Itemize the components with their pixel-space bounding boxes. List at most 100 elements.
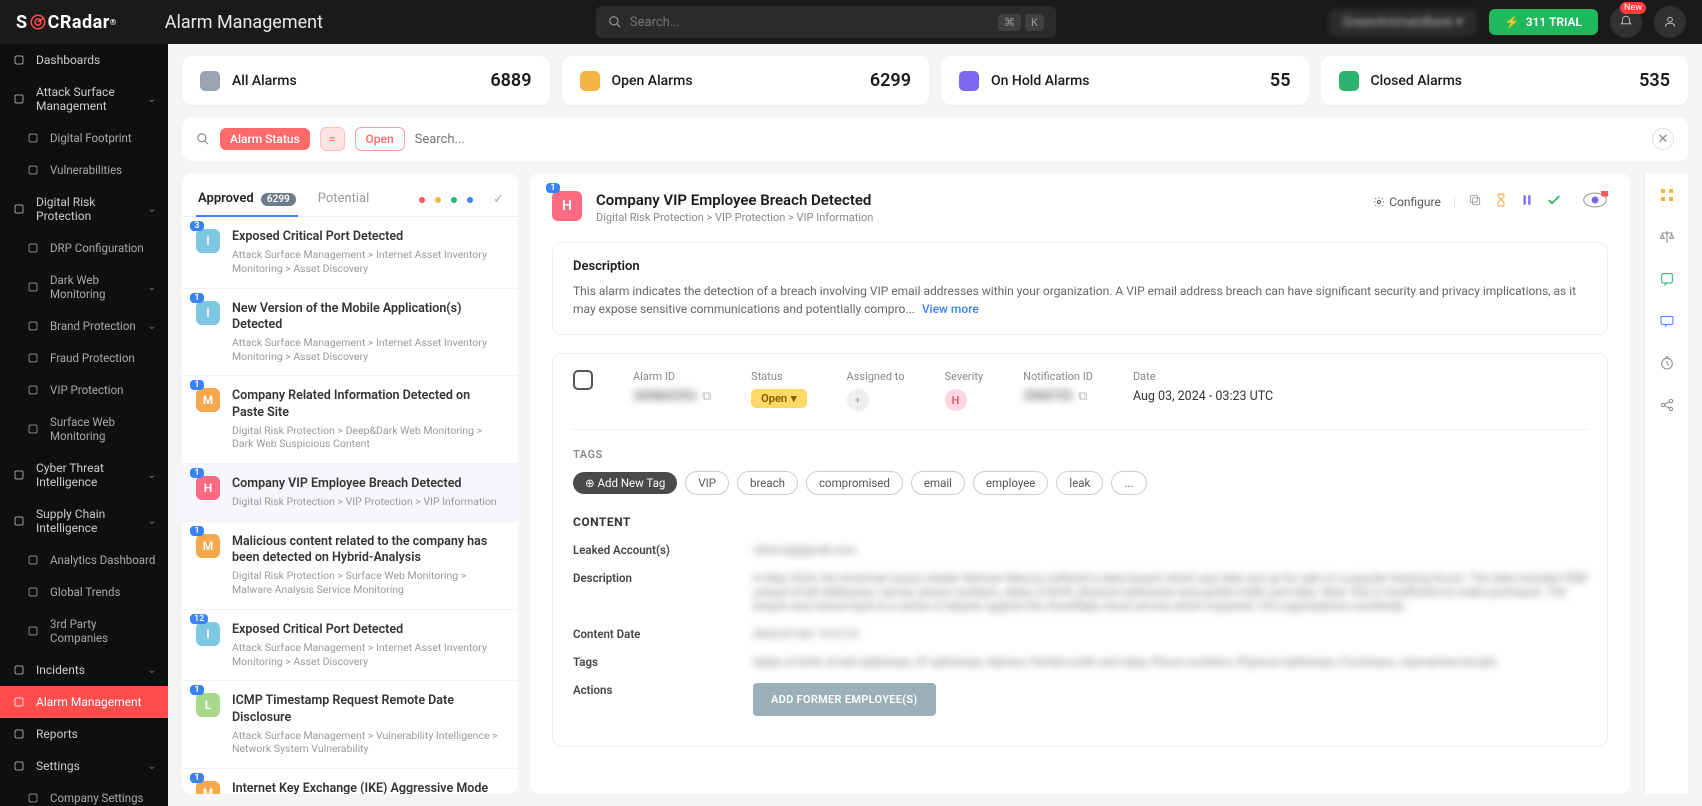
sev-dot-low[interactable] xyxy=(467,197,473,203)
sidebar-item-brand-protection[interactable]: Brand Protection⌄ xyxy=(0,310,168,342)
tag-breach[interactable]: breach xyxy=(737,471,798,495)
tag-employee[interactable]: employee xyxy=(973,471,1048,495)
view-more-link[interactable]: View more xyxy=(922,302,979,316)
alarm-list-item[interactable]: 1LICMP Timestamp Request Remote Date Dis… xyxy=(182,681,518,769)
hourglass-icon[interactable] xyxy=(1494,193,1508,211)
tag-VIP[interactable]: VIP xyxy=(685,471,729,495)
add-former-employees-button[interactable]: ADD FORMER EMPLOYEE(S) xyxy=(753,683,936,716)
account-selector[interactable]: GreenAnimalsBank ▾ xyxy=(1329,9,1477,36)
filter-op-chip[interactable]: = xyxy=(320,127,345,151)
assign-button[interactable]: + xyxy=(847,389,869,411)
tag-compromised[interactable]: compromised xyxy=(806,471,903,495)
apps-icon[interactable] xyxy=(1659,187,1675,207)
severity-label: Severity xyxy=(945,370,984,383)
dot-icon xyxy=(26,383,40,397)
alarm-title: Company VIP Employee Breach Detected xyxy=(232,476,497,492)
resolve-icon[interactable] xyxy=(1546,192,1562,212)
sidebar-item-dark-web-monitoring[interactable]: Dark Web Monitoring⌄ xyxy=(0,264,168,310)
sidebar-item-incidents[interactable]: Incidents⌄ xyxy=(0,654,168,686)
alarm-list-item[interactable]: 1MMalicious content related to the compa… xyxy=(182,522,518,610)
ai-eye-icon[interactable] xyxy=(1582,191,1608,213)
filter-field-chip[interactable]: Alarm Status xyxy=(220,128,310,150)
tag-[interactable]: ... xyxy=(1111,471,1146,495)
stat-card-on-hold-alarms[interactable]: On Hold Alarms55 xyxy=(941,56,1309,105)
stat-card-open-alarms[interactable]: Open Alarms6299 xyxy=(562,56,930,105)
sidebar-item-dashboards[interactable]: Dashboards xyxy=(0,44,168,76)
clock-icon[interactable] xyxy=(1659,355,1675,375)
note-icon[interactable] xyxy=(1659,271,1675,291)
page-title: Alarm Management xyxy=(165,12,323,33)
incident-icon xyxy=(12,663,26,677)
chat-icon[interactable] xyxy=(1659,313,1675,333)
alarm-list-item[interactable]: 1INew Version of the Mobile Application(… xyxy=(182,289,518,377)
sidebar-item-supply-chain-intelligence[interactable]: Supply Chain Intelligence⌄ xyxy=(0,498,168,544)
filter-value-chip[interactable]: Open xyxy=(355,127,405,151)
desc-text: This alarm indicates the detection of a … xyxy=(573,282,1587,318)
select-checkbox[interactable] xyxy=(573,370,593,390)
sidebar-item-analytics-dashboard[interactable]: Analytics Dashboard xyxy=(0,544,168,576)
sidebar-item-attack-surface-management[interactable]: Attack Surface Management⌄ xyxy=(0,76,168,122)
share-icon[interactable] xyxy=(1659,397,1675,417)
notifications-button[interactable]: New xyxy=(1610,6,1642,38)
detail-count-badge: 1 xyxy=(546,183,560,193)
check-all-icon[interactable]: ✓ xyxy=(493,192,504,207)
sidebar-item-surface-web-monitoring[interactable]: Surface Web Monitoring xyxy=(0,406,168,452)
alarm-list-item[interactable]: 1MCompany Related Information Detected o… xyxy=(182,376,518,464)
user-avatar[interactable] xyxy=(1654,6,1686,38)
sidebar-item-vip-protection[interactable]: VIP Protection xyxy=(0,374,168,406)
bell-icon xyxy=(1619,15,1633,29)
severity-box: 1H xyxy=(196,476,220,500)
add-tag-button[interactable]: ⊕ Add New Tag xyxy=(573,472,677,494)
dot-icon xyxy=(26,791,40,805)
filter-search-input[interactable] xyxy=(415,132,1642,147)
alarm-list-item[interactable]: 3IExposed Critical Port DetectedAttack S… xyxy=(182,217,518,289)
sidebar-item-fraud-protection[interactable]: Fraud Protection xyxy=(0,342,168,374)
tag-email[interactable]: email xyxy=(911,471,965,495)
sidebar-item-settings[interactable]: Settings⌄ xyxy=(0,750,168,782)
copy-id-icon[interactable]: ⧉ xyxy=(702,389,711,404)
status-badge[interactable]: Open ▾ xyxy=(751,389,806,408)
alarm-list-item[interactable]: 1HCompany VIP Employee Breach DetectedDi… xyxy=(182,464,518,522)
sev-dot-critical[interactable] xyxy=(419,197,425,203)
alarm-path: Digital Risk Protection > Surface Web Mo… xyxy=(232,569,504,596)
severity-filter-dots[interactable]: ✓ xyxy=(419,192,504,207)
sev-dot-medium[interactable] xyxy=(451,197,457,203)
sidebar-item-global-trends[interactable]: Global Trends xyxy=(0,576,168,608)
alarm-list-item[interactable]: 1MInternet Key Exchange (IKE) Aggressive… xyxy=(182,769,518,794)
count-badge: 3 xyxy=(190,221,204,231)
tab-approved[interactable]: Approved 6299 xyxy=(196,183,298,216)
global-search-input[interactable] xyxy=(630,15,994,30)
scale-icon[interactable] xyxy=(1659,229,1675,249)
content-label: Leaked Account(s) xyxy=(573,543,753,557)
sidebar-item-drp-configuration[interactable]: DRP Configuration xyxy=(0,232,168,264)
stat-value: 535 xyxy=(1639,70,1670,91)
sidebar-item-digital-risk-protection[interactable]: Digital Risk Protection⌄ xyxy=(0,186,168,232)
configure-button[interactable]: Configure xyxy=(1373,195,1441,209)
sidebar-item-company-settings[interactable]: Company Settings xyxy=(0,782,168,806)
logo[interactable]: S CRadar ® xyxy=(16,12,117,33)
copy-notif-icon[interactable]: ⧉ xyxy=(1078,389,1087,404)
clear-filters-button[interactable]: ✕ xyxy=(1652,128,1674,150)
copy-icon[interactable] xyxy=(1468,193,1482,211)
pause-icon[interactable] xyxy=(1520,193,1534,211)
sidebar-item-alarm-management[interactable]: Alarm Management xyxy=(0,686,168,718)
actions-label: Actions xyxy=(573,683,753,716)
sidebar-item-digital-footprint[interactable]: Digital Footprint xyxy=(0,122,168,154)
tag-leak[interactable]: leak xyxy=(1056,471,1103,495)
sidebar-item-vulnerabilities[interactable]: Vulnerabilities xyxy=(0,154,168,186)
alarm-list-item[interactable]: 12IExposed Critical Port DetectedAttack … xyxy=(182,610,518,682)
tab-potential[interactable]: Potential xyxy=(316,183,372,216)
sev-dot-high[interactable] xyxy=(435,197,441,203)
sidebar-item-cyber-threat-intelligence[interactable]: Cyber Threat Intelligence⌄ xyxy=(0,452,168,498)
stat-label: All Alarms xyxy=(232,73,297,89)
alarm-path: Attack Surface Management > Internet Ass… xyxy=(232,641,504,668)
sidebar-item-reports[interactable]: Reports xyxy=(0,718,168,750)
sidebar-item-3rd-party-companies[interactable]: 3rd Party Companies xyxy=(0,608,168,654)
severity-box: 3I xyxy=(196,229,220,253)
global-search[interactable]: ⌘ K xyxy=(596,6,1056,38)
stat-card-closed-alarms[interactable]: Closed Alarms535 xyxy=(1321,56,1689,105)
stat-dot xyxy=(580,71,600,91)
stat-card-all-alarms[interactable]: All Alarms6889 xyxy=(182,56,550,105)
search-icon[interactable] xyxy=(196,132,210,146)
trial-button[interactable]: ⚡ 311 TRIAL xyxy=(1489,9,1598,35)
